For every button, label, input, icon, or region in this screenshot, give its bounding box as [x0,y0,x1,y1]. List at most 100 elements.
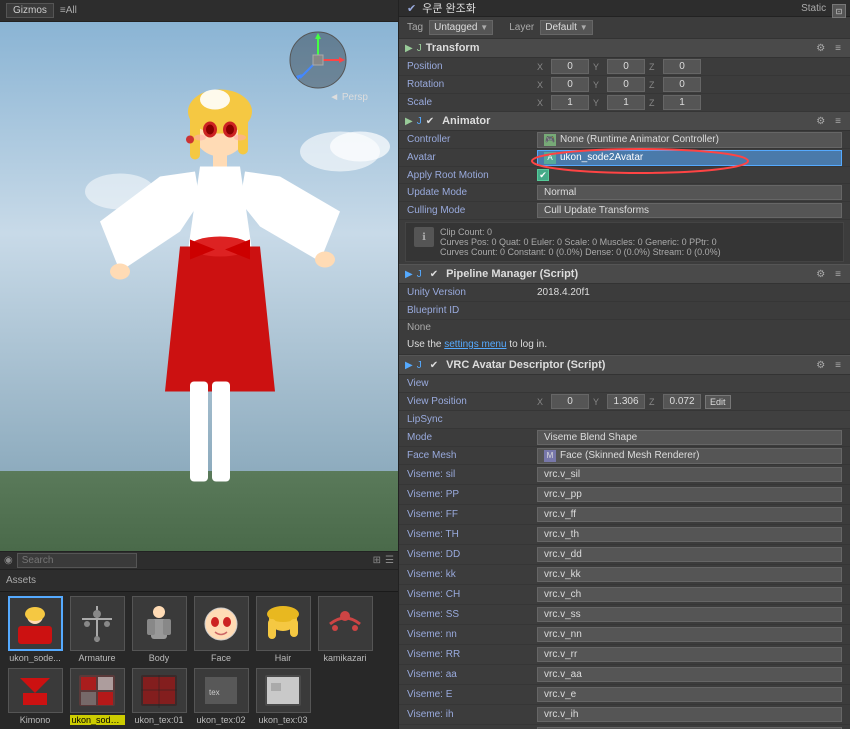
rot-z-input[interactable]: 0 [663,77,701,92]
asset-label-armature: Armature [78,653,115,663]
avatar-field[interactable]: A ukon_sode2Avatar [537,150,842,166]
rot-x-input[interactable]: 0 [551,77,589,92]
pos-x-input[interactable]: 0 [551,59,589,74]
asset-item-ukon-tex[interactable]: ukon_sode... [68,668,126,725]
position-values: X 0 Y 0 Z 0 [537,59,842,74]
asset-label-hair: Hair [275,653,292,663]
viseme-value-1[interactable]: vrc.v_pp [537,487,842,502]
vp-z-label: Z [649,397,661,407]
transform-options-btn[interactable]: ⚙ [813,43,828,54]
settings-message: Use the settings menu to log in. [399,335,850,355]
face-mesh-row: Face Mesh M Face (Skinned Mesh Renderer) [399,447,850,465]
update-mode-field[interactable]: Normal [537,185,842,200]
viseme-value-8[interactable]: vrc.v_nn [537,627,842,642]
animator-options-btn[interactable]: ⚙ [813,116,828,127]
asset-item-ukon-tex02[interactable]: tex ukon_tex:02 [192,668,250,725]
viseme-value-7[interactable]: vrc.v_ss [537,607,842,622]
edit-button[interactable]: Edit [705,395,731,409]
face-mesh-field[interactable]: M Face (Skinned Mesh Renderer) [537,448,842,464]
viseme-row-3: Viseme: TH vrc.v_th [399,525,850,545]
pos-z-input[interactable]: 0 [663,59,701,74]
asset-item-kamikazari[interactable]: kamikazari [316,596,374,664]
gizmos-button[interactable]: Gizmos [6,3,54,18]
viseme-row-12: Viseme: ih vrc.v_ih [399,705,850,725]
asset-label-ukon-tex01: ukon_tex:01 [134,715,183,725]
viseme-value-9[interactable]: vrc.v_rr [537,647,842,662]
settings-link[interactable]: settings menu [444,339,506,350]
viseme-label-1: Viseme: PP [407,489,537,500]
vp-z-input[interactable]: 0.072 [663,394,701,409]
asset-item-kimono[interactable]: Kimono [6,668,64,725]
viseme-value-12[interactable]: vrc.v_ih [537,707,842,722]
pipeline-options-btn[interactable]: ⚙ [813,269,828,280]
rot-y-input[interactable]: 0 [607,77,645,92]
avatar-row: Avatar A ukon_sode2Avatar [399,149,850,167]
animator-title: Animator [442,115,809,127]
asset-item-body[interactable]: Body [130,596,188,664]
scale-x-input[interactable]: 1 [551,95,589,110]
animator-section-header[interactable]: ▶ J ✔ Animator ⚙ ≡ [399,112,850,131]
apply-root-motion-row: Apply Root Motion ✔ [399,167,850,184]
viseme-row-6: Viseme: CH vrc.v_ch [399,585,850,605]
viseme-value-4[interactable]: vrc.v_dd [537,547,842,562]
maximize-button[interactable]: ⊡ [832,4,846,18]
rot-x-group: X 0 [537,77,589,92]
scale-y-input[interactable]: 1 [607,95,645,110]
scale-y-group: Y 1 [593,95,645,110]
asset-item-hair[interactable]: Hair [254,596,312,664]
pipeline-section-header[interactable]: ▶ J ✔ Pipeline Manager (Script) ⚙ ≡ [399,264,850,284]
scale-z-input[interactable]: 1 [663,95,701,110]
asset-item-face[interactable]: Face [192,596,250,664]
all-label: ≡All [60,5,77,16]
scale-z-group: Z 1 [649,95,701,110]
scene-search-input[interactable] [17,553,137,568]
pos-x-label: X [537,62,549,72]
asset-thumb-ukon-tex03 [256,668,311,713]
viseme-value-2[interactable]: vrc.v_ff [537,507,842,522]
scale-values: X 1 Y 1 Z 1 [537,95,842,110]
scale-x-label: X [537,98,549,108]
culling-mode-field[interactable]: Cull Update Transforms [537,203,842,218]
transform-section-header[interactable]: ▶ J Transform ⚙ ≡ [399,39,850,58]
viseme-label-8: Viseme: nn [407,629,537,640]
pos-y-input[interactable]: 0 [607,59,645,74]
viseme-value-5[interactable]: vrc.v_kk [537,567,842,582]
asset-thumb-ukon-tex [70,668,125,713]
asset-item-ukon-tex03[interactable]: ukon_tex:03 [254,668,312,725]
transform-menu-btn[interactable]: ≡ [832,43,844,54]
mode-dropdown[interactable]: Viseme Blend Shape [537,430,842,445]
viseme-value-11[interactable]: vrc.v_e [537,687,842,702]
tag-dropdown[interactable]: Untagged ▼ [429,20,493,35]
asset-thumb-ukon [8,596,63,651]
view-label: View [407,378,537,389]
vrc-menu-btn[interactable]: ≡ [832,360,844,371]
vp-y-label: Y [593,397,605,407]
viseme-value-6[interactable]: vrc.v_ch [537,587,842,602]
scene-view: ◄ Persp [0,22,398,551]
apply-root-checkbox[interactable]: ✔ [537,169,549,181]
vrc-options-btn[interactable]: ⚙ [813,360,828,371]
viseme-value-0[interactable]: vrc.v_sil [537,467,842,482]
layer-dropdown[interactable]: Default ▼ [540,20,592,35]
vp-x-label: X [537,397,549,407]
static-button[interactable]: Static [801,3,826,14]
unity-version-label: Unity Version [407,287,537,298]
animator-menu-btn[interactable]: ≡ [832,116,844,127]
viseme-row-2: Viseme: FF vrc.v_ff [399,505,850,525]
asset-item-armature[interactable]: Armature [68,596,126,664]
vrc-section-header[interactable]: ▶ J ✔ VRC Avatar Descriptor (Script) ⚙ ≡ [399,355,850,375]
vp-y-input[interactable]: 1.306 [607,394,645,409]
pipeline-menu-btn[interactable]: ≡ [832,269,844,280]
viseme-row-1: Viseme: PP vrc.v_pp [399,485,850,505]
controller-field[interactable]: 🎮 None (Runtime Animator Controller) [537,132,842,148]
pipeline-title: Pipeline Manager (Script) [446,268,809,280]
layer-label: Layer [509,22,534,33]
pos-z-label: Z [649,62,661,72]
viseme-row-9: Viseme: RR vrc.v_rr [399,645,850,665]
asset-item-ukon-tex01[interactable]: ukon_tex:01 [130,668,188,725]
viseme-value-3[interactable]: vrc.v_th [537,527,842,542]
viseme-value-10[interactable]: vrc.v_aa [537,667,842,682]
asset-item-ukon[interactable]: ukon_sode... [6,596,64,664]
vp-x-input[interactable]: 0 [551,394,589,409]
svg-text:tex: tex [209,688,220,697]
